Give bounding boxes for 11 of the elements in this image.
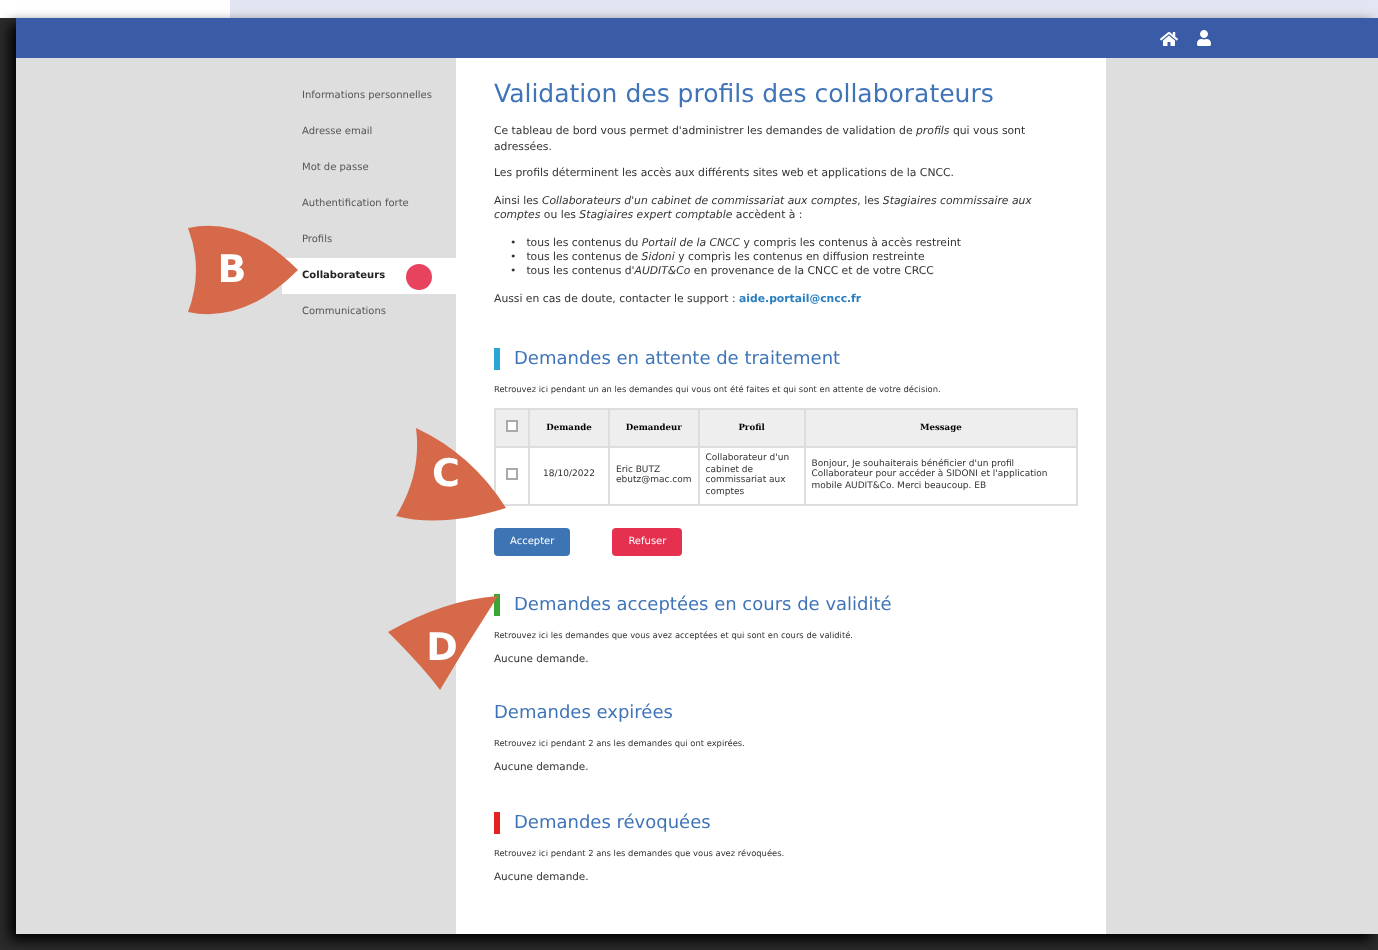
home-icon[interactable] xyxy=(1160,29,1178,47)
section-title: Demandes révoquées xyxy=(514,813,711,833)
checkbox[interactable] xyxy=(506,467,518,480)
page-title: Validation des profils des collaborateurs xyxy=(494,78,996,108)
section-title: Demandes en attente de traitement xyxy=(514,349,841,369)
callout-marker: C xyxy=(392,424,508,524)
user-icon[interactable] xyxy=(1196,30,1212,46)
checkbox[interactable] xyxy=(506,420,518,432)
section-title: Demandes acceptées en cours de validité xyxy=(514,595,892,615)
callout-marker: B xyxy=(184,220,300,320)
section-title: Demandes expirées xyxy=(494,704,673,724)
